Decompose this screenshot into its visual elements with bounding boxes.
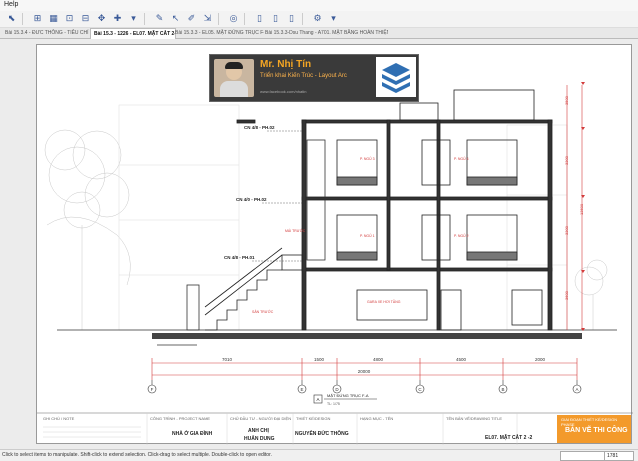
- open-icon[interactable]: ⊞: [30, 12, 45, 26]
- author-website: www.facebook.com/nhatin: [260, 89, 307, 94]
- axis-label: A: [575, 387, 578, 392]
- project-value: NHÀ Ở GIA ĐÌNH: [172, 431, 213, 437]
- svg-text:3300: 3300: [564, 155, 569, 165]
- building-section: [236, 89, 553, 331]
- menu-bar: Help: [0, 0, 638, 11]
- plus-icon[interactable]: ✚: [110, 12, 125, 26]
- staircase: [204, 247, 303, 331]
- room-label: P. NGỦ 1: [360, 233, 375, 238]
- tree-sketch-left: [44, 129, 131, 330]
- save-icon[interactable]: ▦: [46, 12, 61, 26]
- toolbar-separator: [22, 13, 27, 25]
- tab-doc-1[interactable]: Bài 15.3.4 - ĐƯC THÔNG - TIÊU CHÍ VIẾT C…: [2, 28, 94, 38]
- owner-label: CHỦ ĐẦU TƯ - NGƯỜI ĐẠI DIỆN: [230, 416, 292, 421]
- dimension-value: 4800: [373, 357, 384, 362]
- axis-label: F: [151, 387, 154, 392]
- toolbar-separator: [218, 13, 223, 25]
- pan-icon[interactable]: ✥: [94, 12, 109, 26]
- toolbar-separator: [244, 13, 249, 25]
- section-tag: A MẶT ĐỨNG TRỤC F-A TL: 1/75: [313, 393, 377, 406]
- designer-value: NGUYỄN ĐỨC THÔNG: [295, 431, 349, 437]
- document-tabs: Bài 15.3.4 - ĐƯC THÔNG - TIÊU CHÍ VIẾT C…: [0, 28, 638, 39]
- drawing-sheet[interactable]: 3500 3300 3300 3600 13500 CN 4/8 - PH.02…: [36, 44, 633, 445]
- owner-value-1: ANH CHỊ: [248, 428, 269, 434]
- designer-label: THIẾT KẾ/DESIGN: [296, 416, 331, 421]
- sheet-title-value: EL07. MẶT CẮT 2 -2: [485, 435, 533, 441]
- room-label: P. NGỦ 2: [454, 233, 469, 238]
- sheet-title-label: HẠNG MỤC - TÊN: [360, 416, 394, 421]
- settings-icon[interactable]: ⚙: [310, 12, 325, 26]
- section-drawing: 3500 3300 3300 3600 13500 CN 4/8 - PH.02…: [37, 82, 633, 445]
- total-dimension: 20000: [358, 369, 371, 374]
- file-icon[interactable]: ▯: [252, 12, 267, 26]
- author-subtitle: Triển khai Kiến Trúc - Layout Arc: [260, 73, 347, 79]
- tab-doc-2[interactable]: Bài 15.3 - 1226 - EL07. MẶT CẮT 2-2: [90, 28, 176, 39]
- room-label: P. NGỦ 3: [360, 156, 375, 161]
- dimension-value: 7010: [222, 357, 233, 362]
- svg-text:3600: 3600: [564, 290, 569, 300]
- room-label: GARA XE HƠI TẦNG: [367, 300, 401, 304]
- front-canopy: [157, 139, 326, 346]
- brand-logo: [376, 57, 416, 97]
- dropdown-icon[interactable]: ▾: [326, 12, 341, 26]
- note-label: GHI CHÚ / NOTE: [43, 416, 75, 421]
- owner-value-2: HUẤN DUNG: [244, 436, 275, 442]
- status-message: Click to select items to manipulate. Shi…: [2, 452, 272, 458]
- author-overlay: Mr. Nhị Tín Triển khai Kiến Trúc - Layou…: [209, 54, 419, 102]
- svg-text:3300: 3300: [564, 225, 569, 235]
- toolbar-separator: [144, 13, 149, 25]
- tree-sketch-right: [574, 259, 608, 330]
- pencil-icon[interactable]: ✐: [184, 12, 199, 26]
- author-photo: [214, 59, 254, 97]
- level-label: CN 4/8 - PH.02: [244, 125, 275, 130]
- target-icon[interactable]: ◎: [226, 12, 241, 26]
- room-label: MÁI TRƯỚC: [285, 228, 306, 233]
- section-title: MẶT ĐỨNG TRỤC F-A: [327, 393, 369, 398]
- axis-label: B: [501, 387, 504, 392]
- design-phase-stamp: GIAI ĐOẠN THIẾT KẾ/DESIGN PHASE BẢN VẼ T…: [557, 415, 631, 443]
- project-label: CÔNG TRÌNH - PROJECT NAME: [150, 416, 211, 421]
- pen-icon[interactable]: ✎: [152, 12, 167, 26]
- zoom-extents-icon[interactable]: ⊟: [78, 12, 93, 26]
- grid-axes: [147, 380, 582, 394]
- toolbar-separator: [302, 13, 307, 25]
- stamp-label: GIAI ĐOẠN THIẾT KẾ/DESIGN PHASE: [561, 417, 618, 427]
- status-bar: Click to select items to manipulate. Shi…: [0, 449, 638, 461]
- section-scale: TL: 1/75: [327, 402, 340, 406]
- level-label: CN 4/0 - PH.02: [236, 197, 267, 202]
- zoom-window-icon[interactable]: ⊡: [62, 12, 77, 26]
- dimension-value: 4500: [456, 357, 467, 362]
- menu-help[interactable]: Help: [4, 1, 18, 8]
- axis-label: E: [300, 387, 303, 392]
- room-label: P. NGỦ 4: [454, 156, 469, 161]
- dimension-value: 2000: [535, 357, 546, 362]
- author-name: Mr. Nhị Tín: [260, 59, 312, 70]
- cursor-icon[interactable]: ⬉: [4, 12, 19, 26]
- toolbar: ⬉ ⊞ ▦ ⊡ ⊟ ✥ ✚ ▾ ✎ ↖ ✐ ⇲ ◎ ▯ ▯ ▯ ⚙ ▾: [0, 11, 638, 28]
- level-label: CN 4/8 - PH.01: [224, 255, 255, 260]
- dimension-value: 1500: [314, 357, 325, 362]
- dropdown-icon[interactable]: ▾: [126, 12, 141, 26]
- stamp-value: BẢN VẼ THI CÔNG: [565, 427, 628, 434]
- pointer-icon[interactable]: ↖: [168, 12, 183, 26]
- tab-doc-3[interactable]: Bài 15.3.3 - EL05. MẶT ĐỨNG TRỤC F-A: [172, 28, 264, 38]
- foundation: [152, 333, 582, 339]
- measure-icon[interactable]: ⇲: [200, 12, 215, 26]
- room-label: SÂN TRƯỚC: [252, 309, 274, 314]
- file-icon[interactable]: ▯: [268, 12, 283, 26]
- svg-text:3500: 3500: [564, 95, 569, 105]
- tab-doc-4[interactable]: Bài 15.3.3-Dsu Thang - A701. MẶT BẰNG HO…: [262, 28, 388, 38]
- file-icon[interactable]: ▯: [284, 12, 299, 26]
- svg-text:13500: 13500: [579, 203, 584, 215]
- drawing-title-label: TÊN BẢN VẼ/DRAWING TITLE: [446, 416, 503, 421]
- section-letter: A: [316, 397, 319, 402]
